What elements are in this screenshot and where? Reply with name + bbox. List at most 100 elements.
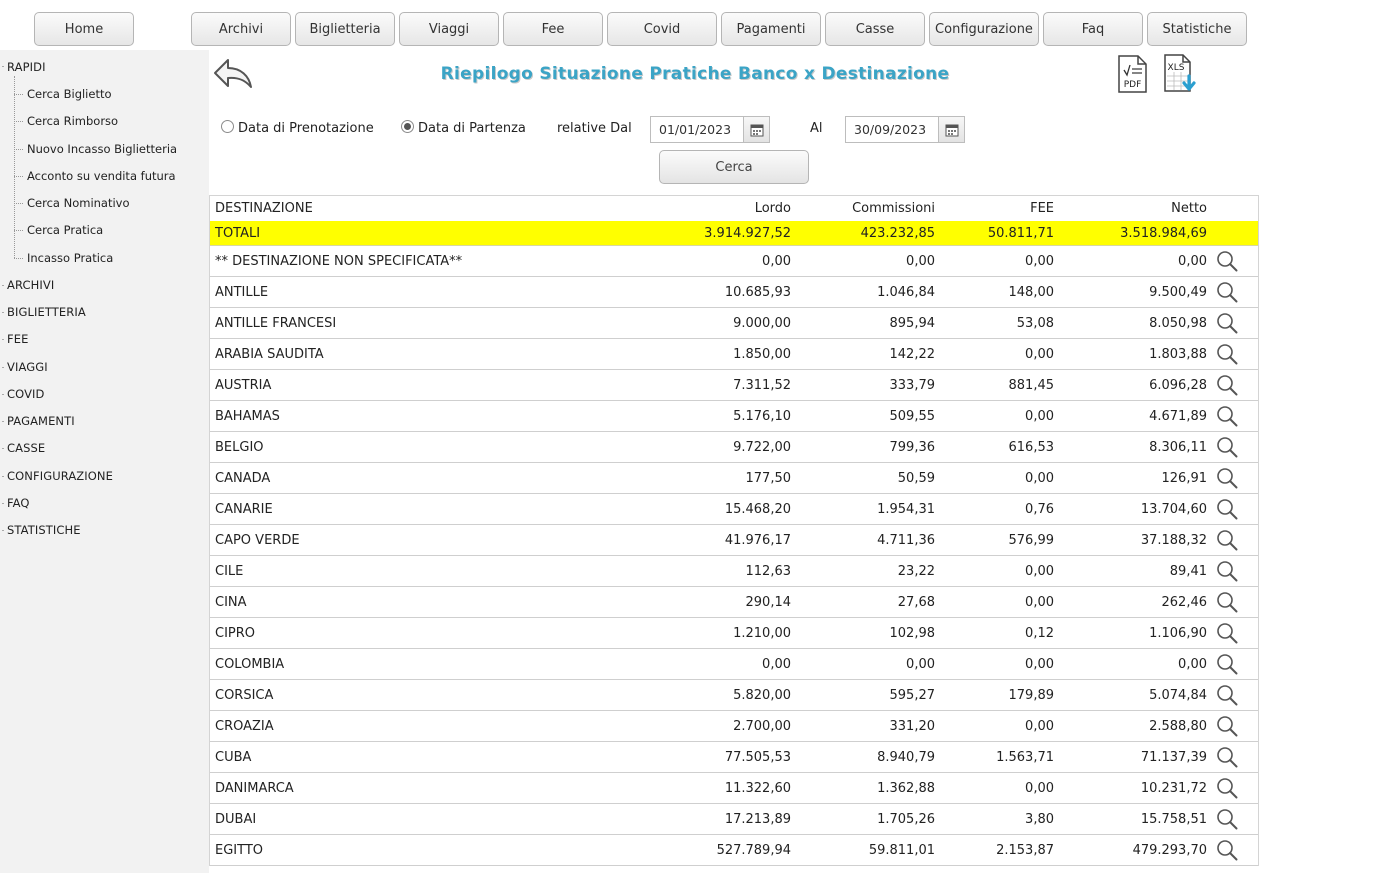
back-arrow-icon[interactable] (212, 56, 254, 90)
sidebar-group-biglietteria[interactable]: BIGLIETTERIA (7, 305, 86, 319)
table-row: DUBAI 17.213,89 1.705,26 3,80 15.758,51 (210, 804, 1258, 835)
tree-line (14, 230, 23, 231)
cell-commissioni: 27,68 (897, 594, 935, 610)
cell-lordo: 11.322,60 (724, 780, 791, 796)
cell-netto: 8.050,98 (1149, 315, 1207, 331)
calendar-icon[interactable] (743, 116, 770, 143)
sidebar-group-pagamenti[interactable]: PAGAMENTI (7, 414, 75, 428)
tree-dot (2, 503, 4, 504)
pdf-export-icon[interactable]: PDF (1117, 55, 1148, 93)
sidebar-group-casse[interactable]: CASSE (7, 441, 45, 455)
search-button[interactable]: Cerca (659, 150, 809, 184)
cell-netto: 0,00 (1178, 656, 1207, 672)
sidebar-group-faq[interactable]: FAQ (7, 496, 30, 510)
tree-line (14, 121, 23, 122)
radio-data-partenza-label[interactable]: Data di Partenza (418, 121, 526, 136)
sidebar-link-cerca-pratica[interactable]: Cerca Pratica (27, 223, 103, 237)
date-to-input[interactable]: 30/09/2023 (845, 116, 939, 143)
magnifier-icon[interactable] (1214, 742, 1240, 772)
magnifier-icon[interactable] (1214, 401, 1240, 431)
magnifier-icon[interactable] (1214, 246, 1240, 276)
magnifier-icon[interactable] (1214, 835, 1240, 865)
nav-casse-button[interactable]: Casse (825, 12, 925, 46)
sidebar-group-covid[interactable]: COVID (7, 387, 45, 401)
nav-pagamenti-button[interactable]: Pagamenti (721, 12, 821, 46)
sidebar-link-cerca-biglietto[interactable]: Cerca Biglietto (27, 87, 112, 101)
radio-data-prenotazione[interactable] (221, 120, 234, 133)
nav-biglietteria-button[interactable]: Biglietteria (295, 12, 395, 46)
sidebar-link-cerca-rimborso[interactable]: Cerca Rimborso (27, 114, 118, 128)
table-row: CROAZIA 2.700,00 331,20 0,00 2.588,80 (210, 711, 1258, 742)
column-header-destinazione[interactable]: DESTINAZIONE (215, 196, 313, 221)
sidebar-group-configurazione[interactable]: CONFIGURAZIONE (7, 469, 113, 483)
column-header-fee[interactable]: FEE (1030, 196, 1054, 221)
calendar-icon[interactable] (938, 116, 965, 143)
magnifier-icon[interactable] (1214, 556, 1240, 586)
column-header-lordo[interactable]: Lordo (755, 196, 791, 221)
radio-data-prenotazione-label[interactable]: Data di Prenotazione (238, 121, 374, 136)
top-navigation-bar: Home Archivi Biglietteria Viaggi Fee Cov… (0, 0, 1394, 50)
column-header-commissioni[interactable]: Commissioni (852, 196, 935, 221)
magnifier-icon[interactable] (1214, 618, 1240, 648)
cell-destinazione: BAHAMAS (215, 408, 280, 424)
cell-commissioni: 102,98 (889, 625, 936, 641)
cell-netto: 1.106,90 (1149, 625, 1207, 641)
cell-lordo: 0,00 (762, 253, 791, 269)
table-row: AUSTRIA 7.311,52 333,79 881,45 6.096,28 (210, 370, 1258, 401)
magnifier-icon[interactable] (1214, 804, 1240, 834)
sidebar-link-incasso-pratica[interactable]: Incasso Pratica (27, 251, 113, 265)
cell-fee: 53,08 (1016, 315, 1054, 331)
magnifier-icon[interactable] (1214, 773, 1240, 803)
xls-export-icon[interactable]: XLS (1163, 54, 1201, 94)
sidebar-link-acconto-vendita-futura[interactable]: Acconto su vendita futura (27, 169, 176, 183)
cell-netto: 5.074,84 (1149, 687, 1207, 703)
nav-configurazione-button[interactable]: Configurazione (929, 12, 1039, 46)
tree-line (14, 258, 23, 259)
magnifier-icon[interactable] (1214, 370, 1240, 400)
magnifier-icon[interactable] (1214, 339, 1240, 369)
sidebar-group-fee[interactable]: FEE (7, 332, 28, 346)
magnifier-icon[interactable] (1214, 463, 1240, 493)
cell-lordo: 5.176,10 (733, 408, 791, 424)
nav-home-button[interactable]: Home (34, 12, 134, 46)
magnifier-icon[interactable] (1214, 525, 1240, 555)
cell-fee: 1.563,71 (996, 749, 1054, 765)
magnifier-icon[interactable] (1214, 680, 1240, 710)
cell-commissioni: 4.711,36 (877, 532, 935, 548)
cell-commissioni: 0,00 (906, 656, 935, 672)
nav-archivi-button[interactable]: Archivi (191, 12, 291, 46)
magnifier-icon[interactable] (1214, 432, 1240, 462)
cell-fee: 881,45 (1008, 377, 1055, 393)
sidebar-group-rapidi[interactable]: RAPIDI (7, 60, 46, 74)
nav-statistiche-button[interactable]: Statistiche (1147, 12, 1247, 46)
cell-commissioni: 595,27 (889, 687, 936, 703)
sidebar-group-archivi[interactable]: ARCHIVI (7, 278, 54, 292)
cell-commissioni: 142,22 (889, 346, 936, 362)
sidebar-link-cerca-nominativo[interactable]: Cerca Nominativo (27, 196, 130, 210)
radio-data-partenza[interactable] (401, 120, 414, 133)
cell-commissioni: 0,00 (906, 253, 935, 269)
nav-viaggi-button[interactable]: Viaggi (399, 12, 499, 46)
sidebar-group-statistiche[interactable]: STATISTICHE (7, 523, 81, 537)
magnifier-icon[interactable] (1214, 711, 1240, 741)
nav-faq-button[interactable]: Faq (1043, 12, 1143, 46)
magnifier-icon[interactable] (1214, 277, 1240, 307)
magnifier-icon[interactable] (1214, 587, 1240, 617)
magnifier-icon[interactable] (1214, 494, 1240, 524)
nav-covid-button[interactable]: Covid (607, 12, 717, 46)
tree-dot (2, 421, 4, 422)
magnifier-icon[interactable] (1214, 308, 1240, 338)
sidebar-link-nuovo-incasso-biglietteria[interactable]: Nuovo Incasso Biglietteria (27, 142, 177, 156)
date-from-input[interactable]: 01/01/2023 (650, 116, 744, 143)
magnifier-icon[interactable] (1214, 649, 1240, 679)
cell-fee: 0,76 (1025, 501, 1054, 517)
table-row: BELGIO 9.722,00 799,36 616,53 8.306,11 (210, 432, 1258, 463)
cell-lordo: 7.311,52 (733, 377, 791, 393)
sidebar-group-viaggi[interactable]: VIAGGI (7, 360, 48, 374)
nav-fee-button[interactable]: Fee (503, 12, 603, 46)
tree-dot (2, 448, 4, 449)
column-header-netto[interactable]: Netto (1171, 196, 1207, 221)
tree-dot (2, 530, 4, 531)
cell-commissioni: 799,36 (889, 439, 936, 455)
cell-destinazione: CILE (215, 563, 244, 579)
